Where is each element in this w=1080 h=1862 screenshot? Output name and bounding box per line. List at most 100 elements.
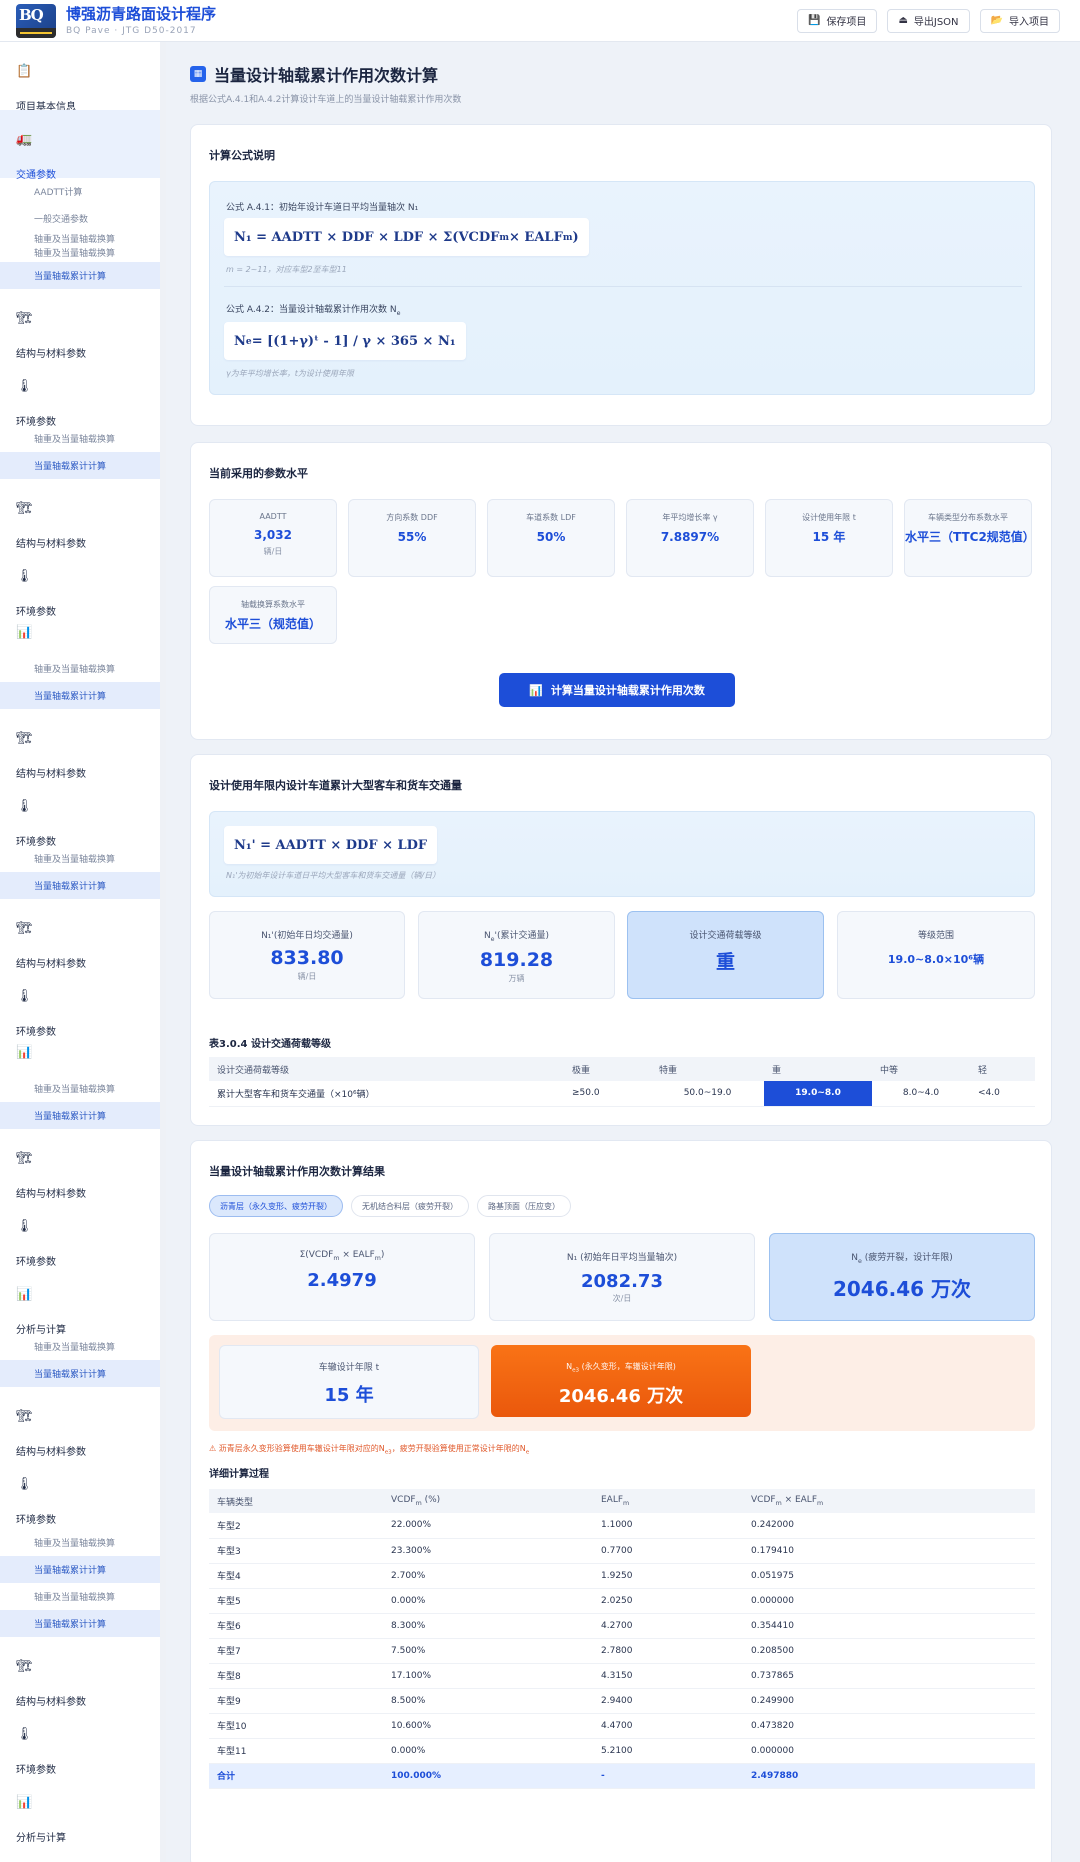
sidebar-item-label: 环境参数 xyxy=(16,417,56,428)
sidebar-item-label: 环境参数 xyxy=(16,1515,56,1526)
calculate-esal-label: 计算当量设计轴载累计作用次数 xyxy=(550,685,705,697)
table-cell: 车型6 xyxy=(209,1613,383,1639)
sidebar-sub-axle[interactable]: 轴重及当量轴载换算 xyxy=(0,1529,160,1556)
sidebar-sub-esal[interactable]: 当量轴载累计计算 xyxy=(0,262,160,289)
tab-inorganic-layer[interactable]: 无机结合料层（疲劳开裂） xyxy=(351,1195,469,1217)
calculator-icon: ▦ xyxy=(190,66,206,82)
sidebar-sub-esal[interactable]: 当量轴载累计计算 xyxy=(0,1610,160,1637)
sidebar-item-project-info[interactable]: 📋 项目基本信息 xyxy=(0,42,160,113)
table-cell: 2.7800 xyxy=(593,1638,743,1664)
sidebar-sub-axle[interactable]: 轴重及当量轴载换算 xyxy=(0,1333,160,1360)
stat-load-level: 设计交通荷载等级 重 xyxy=(627,911,824,999)
table-cell: 4.2700 xyxy=(593,1613,743,1639)
sidebar-sub-axle[interactable]: 轴重及当量轴载换算 xyxy=(0,425,160,452)
sidebar-item-environment[interactable]: 🌡 环境参数 xyxy=(0,777,160,848)
table-cell: 0.179410 xyxy=(743,1538,1035,1564)
export-json-button[interactable]: ⏏ 导出JSON xyxy=(887,8,970,33)
param-ldf: 车道系数 LDF 50% xyxy=(487,499,615,577)
sidebar-item-structure[interactable]: 🏗 结构与材料参数 xyxy=(0,1387,160,1458)
thermometer-icon: 🌡 xyxy=(16,1477,33,1492)
sidebar-item-analysis[interactable]: 📊 xyxy=(0,615,160,655)
table-cell: 10.600% xyxy=(383,1713,593,1739)
card-title: 设计使用年限内设计车道累计大型客车和货车交通量 xyxy=(209,779,462,792)
logo-text: BQ xyxy=(19,5,44,24)
sidebar-scrollbar[interactable] xyxy=(160,42,166,1862)
sidebar-sub-esal[interactable]: 当量轴载累计计算 xyxy=(0,1360,160,1387)
table-cell: 22.000% xyxy=(383,1513,593,1539)
sidebar-item-structure[interactable]: 🏗 结构与材料参数 xyxy=(0,289,160,360)
sidebar-item-analysis[interactable]: 📊 xyxy=(0,1035,160,1075)
table-cell: 4.4700 xyxy=(593,1713,743,1739)
calculate-esal-button[interactable]: 📊 计算当量设计轴载累计作用次数 xyxy=(499,673,735,707)
tab-asphalt-layer[interactable]: 沥青层（永久变形、疲劳开裂） xyxy=(209,1195,343,1217)
bar-chart-icon: 📊 xyxy=(16,1795,33,1810)
sidebar-sub-esal[interactable]: 当量轴载累计计算 xyxy=(0,872,160,899)
import-project-button[interactable]: 📂 导入项目 xyxy=(979,8,1060,33)
sidebar-item-environment[interactable]: 🌡 环境参数 xyxy=(0,967,160,1038)
table-cell: 车型10 xyxy=(209,1713,383,1739)
table-header-row: 设计交通荷载等级 极重 特重 重 中等 轻 xyxy=(209,1057,1035,1081)
sidebar-sub-axle[interactable]: 轴重及当量轴载换算 xyxy=(0,1583,160,1610)
active-load-level-cell: 19.0~8.0 xyxy=(764,1081,872,1107)
sidebar-sub-esal[interactable]: 当量轴载累计计算 xyxy=(0,1556,160,1583)
card-title: 计算公式说明 xyxy=(209,149,275,162)
logo-road-line xyxy=(20,31,52,34)
table-cell: 0.000000 xyxy=(743,1588,1035,1614)
table-cell: 5.2100 xyxy=(593,1738,743,1764)
sidebar-item-environment[interactable]: 🌡 环境参数 xyxy=(0,357,160,428)
table-cell: 0.000000 xyxy=(743,1738,1035,1764)
result-rut-design-life: 车辙设计年限 t 15 年 xyxy=(219,1345,479,1419)
table-cell: 4.3150 xyxy=(593,1663,743,1689)
sidebar: 📋 项目基本信息 🚛 交通参数 AADTT计算 一般交通参数 轴重及当量轴载换算… xyxy=(0,42,160,1862)
table-cell: 17.100% xyxy=(383,1663,593,1689)
table-header-row: 车辆类型 VCDFm (%) EALFm VCDFm × EALFm xyxy=(209,1489,1035,1513)
page-header: ▦ 当量设计轴载累计作用次数计算 xyxy=(190,62,438,86)
sidebar-sub-axle[interactable]: 轴重及当量轴载换算 轴重及当量轴载换算 xyxy=(0,232,160,262)
sidebar-item-traffic[interactable]: 🚛 交通参数 xyxy=(0,110,160,181)
result-sum-vcdf-ealf: Σ(VCDFm × EALFm) 2.4979 xyxy=(209,1233,475,1321)
sidebar-sub-esal[interactable]: 当量轴载累计计算 xyxy=(0,682,160,709)
thermometer-icon: 🌡 xyxy=(16,1727,33,1742)
sidebar-item-environment[interactable]: 🌡 环境参数 xyxy=(0,1197,160,1268)
sidebar-sub-esal[interactable]: 当量轴载累计计算 xyxy=(0,452,160,479)
table-cell: 车型7 xyxy=(209,1638,383,1664)
table-cell: 车型5 xyxy=(209,1588,383,1614)
sidebar-item-analysis[interactable]: 📊 分析与计算 xyxy=(0,1773,160,1844)
sidebar-item-structure[interactable]: 🏗 结构与材料参数 xyxy=(0,1637,160,1708)
thermometer-icon: 🌡 xyxy=(16,379,33,394)
clipboard-icon: 📋 xyxy=(16,64,33,79)
app-title: 博强沥青路面设计程序 xyxy=(66,4,217,23)
sidebar-item-structure[interactable]: 🏗 结构与材料参数 xyxy=(0,479,160,550)
table-row: 车型5 0.000% 2.0250 0.000000 xyxy=(209,1588,1035,1614)
formula-box: 公式 A.4.1：初始年设计车道日平均当量轴次 N₁ N₁ = AADTT × … xyxy=(209,181,1035,395)
brand: 博强沥青路面设计程序 BQ Pave · JTG D50-2017 xyxy=(66,5,216,37)
sidebar-item-analysis[interactable]: 📊 分析与计算 xyxy=(0,1265,160,1336)
formula-1-caption: 公式 A.4.1：初始年设计车道日平均当量轴次 N₁ xyxy=(226,203,419,213)
sidebar-sub-axle[interactable]: 轴重及当量轴载换算 xyxy=(0,845,160,872)
param-ddf: 方向系数 DDF 55% xyxy=(348,499,476,577)
sidebar-sub-general[interactable]: 一般交通参数 xyxy=(0,205,160,232)
bar-chart-icon: 📊 xyxy=(16,1045,33,1060)
sidebar-sub-aadtt[interactable]: AADTT计算 xyxy=(0,178,160,205)
sidebar-sub-axle[interactable]: 轴重及当量轴载换算 xyxy=(0,655,160,682)
sidebar-item-environment[interactable]: 🌡 环境参数 xyxy=(0,547,160,618)
table-row: 车型11 0.000% 5.2100 0.000000 xyxy=(209,1738,1035,1764)
sidebar-sub-axle[interactable]: 轴重及当量轴载换算 xyxy=(0,1075,160,1102)
tab-subgrade[interactable]: 路基顶面（压应变） xyxy=(477,1195,571,1217)
sidebar-item-environment[interactable]: 🌡 环境参数 xyxy=(0,1455,160,1526)
formula-2-equation: Ne = [(1+γ)ᵗ - 1] / γ × 365 × N₁ xyxy=(224,322,466,360)
sidebar-item-structure[interactable]: 🏗 结构与材料参数 xyxy=(0,709,160,780)
card-title: 当前采用的参数水平 xyxy=(209,467,308,480)
table-row: 车型4 2.700% 1.9250 0.051975 xyxy=(209,1563,1035,1589)
save-project-button[interactable]: 💾 保存项目 xyxy=(796,8,878,33)
detail-table: 车辆类型 VCDFm (%) EALFm VCDFm × EALFm 车型2 22… xyxy=(209,1489,1035,1789)
table-row: 车型2 22.000% 1.1000 0.242000 xyxy=(209,1513,1035,1539)
table-cell: 2.700% xyxy=(383,1563,593,1589)
table-cell: 车型2 xyxy=(209,1513,383,1539)
sidebar-sub-esal[interactable]: 当量轴载累计计算 xyxy=(0,1102,160,1129)
table-cell: 合计 xyxy=(209,1763,383,1789)
sidebar-item-environment[interactable]: 🌡 环境参数 xyxy=(0,1705,160,1776)
sidebar-item-structure[interactable]: 🏗 结构与材料参数 xyxy=(0,899,160,970)
sidebar-item-structure[interactable]: 🏗 结构与材料参数 xyxy=(0,1129,160,1200)
table-cell: 2.9400 xyxy=(593,1688,743,1714)
